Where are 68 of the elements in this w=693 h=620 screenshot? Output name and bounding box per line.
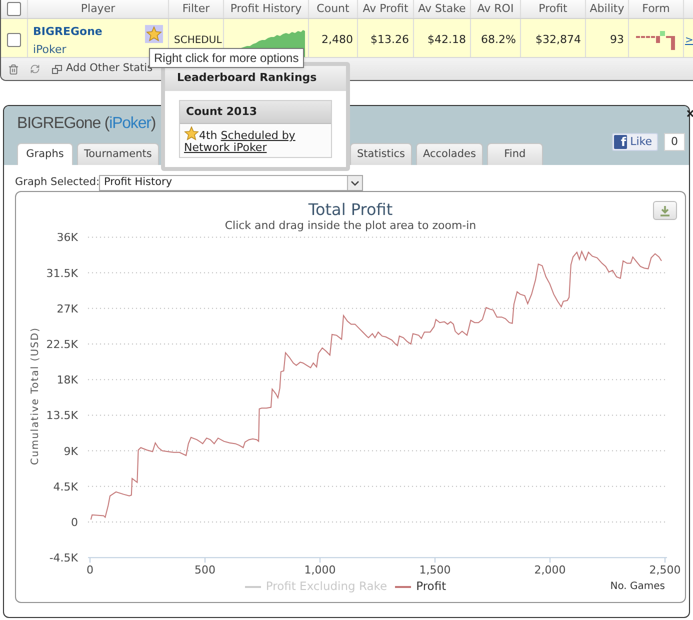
table-cell-text: $42.18 (428, 32, 466, 48)
column-header[interactable]: Filter (182, 0, 210, 18)
section-title: Count 2013 (186, 104, 257, 120)
like-count: 0 (664, 133, 685, 151)
legend-item[interactable]: Profit (395, 578, 446, 596)
player-link[interactable]: BIGREGone (33, 25, 102, 38)
axis-label: 0 (86, 564, 94, 577)
popup-title: Leaderboard Rankings (177, 70, 317, 86)
axis-label: 9K (64, 444, 78, 458)
axis-label: 500 (194, 564, 216, 577)
details-link[interactable]: > (685, 32, 693, 48)
column-header[interactable]: Count (316, 0, 350, 18)
table-cell-text: 68.2% (481, 32, 516, 48)
axis-label: 18K (56, 374, 78, 387)
star-icon (184, 126, 199, 141)
tab[interactable]: Statistics (350, 143, 412, 165)
tab[interactable]: Find (486, 143, 543, 165)
table-cell-text: $13.26 (370, 32, 409, 48)
axis-label: 2,500 (649, 564, 681, 577)
table-cell-text: 2,480 (322, 32, 353, 48)
player-title: BIGREGone (iPoker) (17, 114, 156, 134)
star-icon[interactable] (145, 25, 163, 43)
axis-label: 1,500 (419, 564, 451, 577)
table-cell-text: $32,874 (536, 32, 581, 48)
column-header[interactable]: Profit History (230, 0, 302, 18)
refresh-icon[interactable] (30, 64, 40, 74)
column-header[interactable]: Ability (590, 0, 624, 18)
tab[interactable]: Accolades (416, 143, 483, 165)
axis-label: 31.5K (46, 266, 78, 280)
column-header[interactable]: Player (80, 0, 116, 18)
column-header[interactable]: Av Profit (362, 0, 408, 18)
axis-label: 36K (56, 233, 78, 244)
logo-badge: f (614, 135, 628, 149)
column-header[interactable]: Profit (538, 0, 568, 18)
axis-label: 13.5K (46, 409, 78, 422)
table-cell-text: 93 (610, 32, 624, 48)
legend-line-icon (244, 586, 261, 588)
graph-selector-label: Graph Selected: (15, 175, 99, 190)
column-header[interactable]: Form (642, 0, 670, 18)
axis-label: 4.5K (53, 480, 78, 494)
network-name: iPoker (33, 43, 68, 56)
trash-icon[interactable] (8, 64, 19, 74)
add-window-icon (52, 64, 62, 74)
table-cell-text: SCHEDUL (174, 34, 222, 48)
axis-title: Cumulative Total (USD) (30, 327, 41, 465)
axis-title: No. Games (610, 580, 665, 594)
chart-subtitle: Click and drag inside the plot area to zoom-in (224, 219, 476, 233)
axis-label: 27K (56, 302, 78, 316)
tab[interactable]: Graphs (17, 143, 73, 165)
axis-label: 2,000 (534, 564, 566, 577)
legend-line-icon (395, 586, 412, 588)
column-header[interactable]: Av ROI (477, 0, 514, 18)
chevron-down-icon (347, 176, 362, 190)
chart-title: Total Profit (308, 200, 393, 219)
tooltip: Right click for more options (149, 48, 304, 68)
select-all-checkbox[interactable] (7, 2, 21, 16)
axis-label: -4.5K (49, 552, 78, 565)
like-button[interactable]: f Like (612, 133, 658, 151)
column-header[interactable]: Av Stake (418, 0, 466, 18)
download-button[interactable] (653, 201, 677, 220)
tab[interactable]: Tournaments (77, 143, 159, 165)
row-checkbox[interactable] (7, 33, 21, 47)
graph-select[interactable]: Profit History (99, 175, 363, 191)
axis-label: 22.5K (46, 338, 78, 351)
axis-label: 1,000 (304, 564, 336, 577)
close-icon[interactable] (687, 110, 693, 117)
axis-label: 0 (71, 516, 78, 529)
download-icon (659, 204, 671, 216)
